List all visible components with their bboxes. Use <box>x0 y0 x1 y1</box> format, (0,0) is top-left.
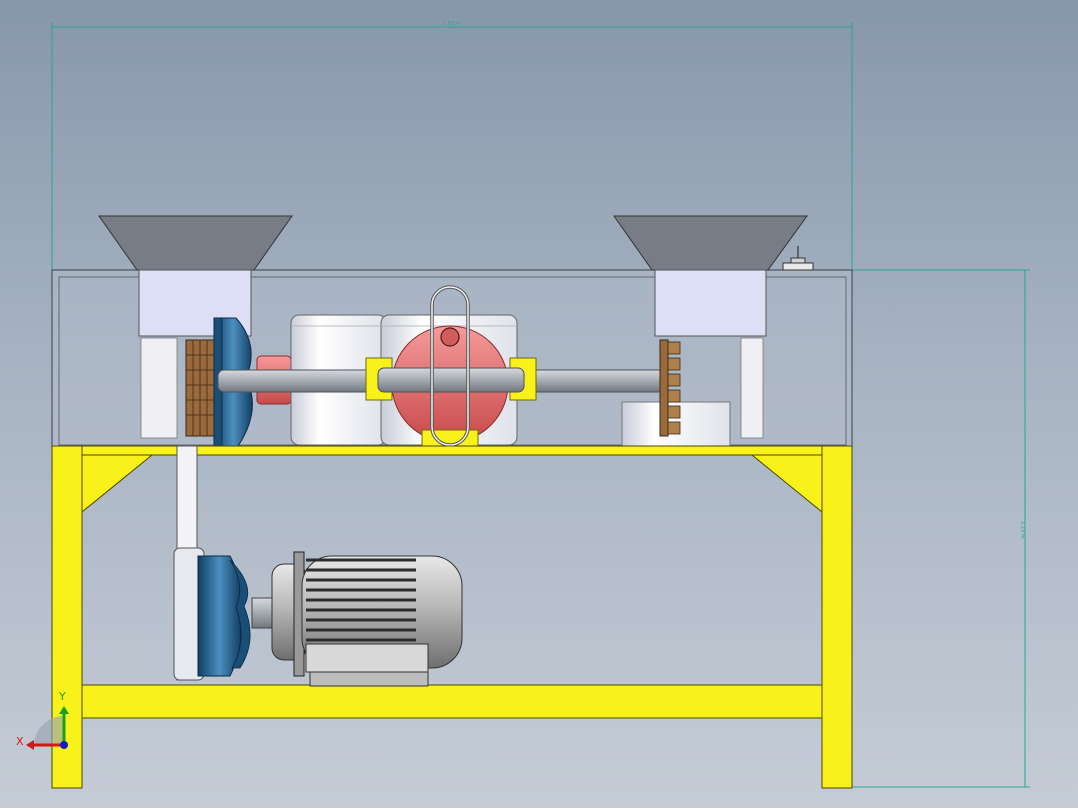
height-dimension-text: 1.19 m <box>1019 521 1025 539</box>
cad-viewport[interactable]: 1.53 m 1.19 m X Y <box>0 0 1078 808</box>
motor-pulley[interactable] <box>173 547 277 681</box>
x-axis-label: X <box>16 735 24 748</box>
electric-motor[interactable] <box>271 551 463 687</box>
coordinate-triad[interactable]: X Y <box>16 690 69 750</box>
z-axis-dot <box>60 741 68 749</box>
width-dimension-text: 1.53 m <box>443 21 461 27</box>
top-knob[interactable] <box>782 246 814 271</box>
y-axis-label: Y <box>58 690 66 703</box>
assembly-drawing[interactable]: 1.53 m 1.19 m X Y <box>0 0 1078 808</box>
crank-pin <box>440 327 460 347</box>
